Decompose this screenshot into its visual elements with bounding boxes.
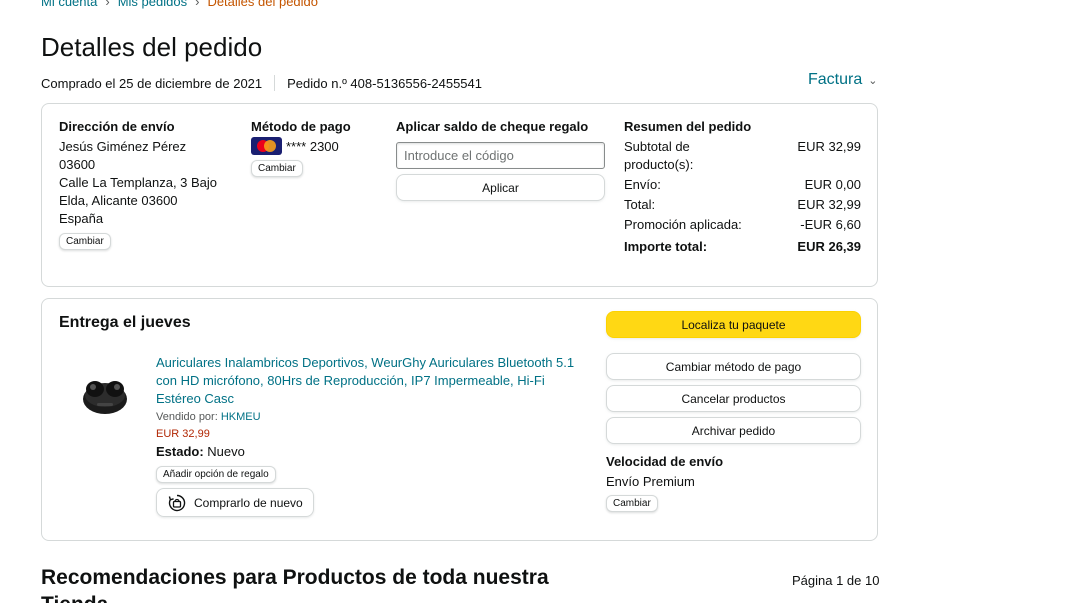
gift-code-input[interactable] xyxy=(396,142,605,169)
breadcrumb-my-orders[interactable]: Mis pedidos xyxy=(118,0,187,9)
order-number: Pedido n.º 408-5136556-2455541 xyxy=(287,75,483,91)
summary-row-shipping: Envío: EUR 0,00 xyxy=(624,176,861,194)
grand-total-value: EUR 26,39 xyxy=(797,239,861,254)
change-payment-button[interactable]: Cambiar xyxy=(251,160,303,177)
invoice-label[interactable]: Factura xyxy=(808,71,862,89)
summary-label: Envío: xyxy=(624,177,661,192)
shipping-speed-title: Velocidad de envío xyxy=(606,454,724,469)
breadcrumb-my-account[interactable]: Mi cuenta xyxy=(41,0,97,9)
page-title: Detalles del pedido xyxy=(41,32,263,62)
summary-value: EUR 0,00 xyxy=(804,177,861,192)
breadcrumb-separator: › xyxy=(105,0,110,9)
summary-row-promotion: Promoción aplicada: -EUR 6,60 xyxy=(624,216,861,234)
summary-label: Total: xyxy=(624,197,656,212)
product-condition: Estado: Nuevo xyxy=(156,444,581,459)
breadcrumb-separator: › xyxy=(195,0,200,9)
grand-total-label: Importe total: xyxy=(624,239,708,254)
address-line: Jesús Giménez Pérez xyxy=(59,139,187,154)
card-number: **** 2300 xyxy=(286,138,339,154)
buy-again-button[interactable]: Comprarlo de nuevo xyxy=(156,488,314,517)
meta-divider xyxy=(274,75,276,91)
shipping-address-section: Dirección de envío Jesús Giménez Pérez 0… xyxy=(59,119,229,250)
delivery-box: Entrega el jueves Auriculares Inalambric… xyxy=(41,298,878,541)
summary-row-total: Total: EUR 32,99 xyxy=(624,196,861,214)
summary-row-subtotal: Subtotal de producto(s): EUR 32,99 xyxy=(624,138,861,174)
condition-value: Nuevo xyxy=(207,444,245,459)
order-meta: Comprado el 25 de diciembre de 2021 Pedi… xyxy=(41,75,482,91)
order-summary-title: Resumen del pedido xyxy=(624,119,752,134)
summary-label: Promoción aplicada: xyxy=(624,217,742,232)
payment-method-section: Método de pago **** 2300 Cambiar xyxy=(251,119,381,177)
address-line: Elda, Alicante 03600 xyxy=(59,193,178,208)
sold-by: Vendido por: HKMEU xyxy=(156,411,581,423)
gift-card-title: Aplicar saldo de cheque regalo xyxy=(396,119,589,134)
track-package-button[interactable]: Localiza tu paquete xyxy=(606,311,861,338)
address-line: 03600 xyxy=(59,157,96,172)
shipping-address-title: Dirección de envío xyxy=(59,119,175,134)
shipping-address-lines: Jesús Giménez Pérez 03600 Calle La Templ… xyxy=(59,138,229,228)
card-row: **** 2300 xyxy=(251,137,381,155)
seller-link[interactable]: HKMEU xyxy=(221,411,261,423)
summary-value: EUR 32,99 xyxy=(797,197,861,212)
summary-label: Subtotal de producto(s): xyxy=(624,139,694,172)
cancel-items-button[interactable]: Cancelar productos xyxy=(606,385,861,412)
recommendations-page-indicator: Página 1 de 10 xyxy=(792,573,880,588)
product-title-link[interactable]: Auriculares Inalambricos Deportivos, Weu… xyxy=(156,354,581,408)
add-gift-option-button[interactable]: Añadir opción de regalo xyxy=(156,466,276,483)
recommendations-title: Recomendaciones para Productos de toda n… xyxy=(41,566,549,603)
purchase-date: Comprado el 25 de diciembre de 2021 xyxy=(41,75,263,91)
change-address-button[interactable]: Cambiar xyxy=(59,233,111,250)
product-image[interactable] xyxy=(75,365,135,425)
delivery-title: Entrega el jueves xyxy=(59,314,191,331)
invoice-dropdown[interactable]: Factura ⌄ xyxy=(808,71,877,89)
gift-card-section: Aplicar saldo de cheque regalo Aplicar xyxy=(396,119,606,201)
product-price: EUR 32,99 xyxy=(156,428,210,440)
summary-value: EUR 32,99 xyxy=(797,139,861,154)
delivery-actions: Localiza tu paquete Cambiar método de pa… xyxy=(606,311,862,512)
mastercard-icon xyxy=(251,137,282,155)
address-line: España xyxy=(59,211,104,226)
summary-value: -EUR 6,60 xyxy=(800,217,861,232)
product-info: Auriculares Inalambricos Deportivos, Weu… xyxy=(156,354,581,518)
chevron-down-icon: ⌄ xyxy=(868,74,878,87)
address-line: Calle La Templanza, 3 Bajo xyxy=(59,175,218,190)
summary-row-grand-total: Importe total: EUR 26,39 xyxy=(624,238,861,256)
condition-label: Estado: xyxy=(156,444,204,459)
breadcrumb: Mi cuenta › Mis pedidos › Detalles del p… xyxy=(41,0,318,9)
change-shipping-speed-button[interactable]: Cambiar xyxy=(606,495,658,512)
change-payment-method-button[interactable]: Cambiar método de pago xyxy=(606,353,861,380)
buy-again-icon xyxy=(168,494,186,511)
order-summary-box: Dirección de envío Jesús Giménez Pérez 0… xyxy=(41,103,878,287)
order-summary-section: Resumen del pedido Subtotal de producto(… xyxy=(624,119,861,256)
payment-method-title: Método de pago xyxy=(251,119,351,134)
buy-again-label[interactable]: Comprarlo de nuevo xyxy=(194,496,303,510)
shipping-speed-value: Envío Premium xyxy=(606,474,695,489)
sold-by-label: Vendido por: xyxy=(156,411,218,423)
archive-order-button[interactable]: Archivar pedido xyxy=(606,417,861,444)
earbuds-icon xyxy=(83,381,127,414)
apply-gift-button[interactable]: Aplicar xyxy=(396,174,605,201)
breadcrumb-current: Detalles del pedido xyxy=(207,0,319,9)
